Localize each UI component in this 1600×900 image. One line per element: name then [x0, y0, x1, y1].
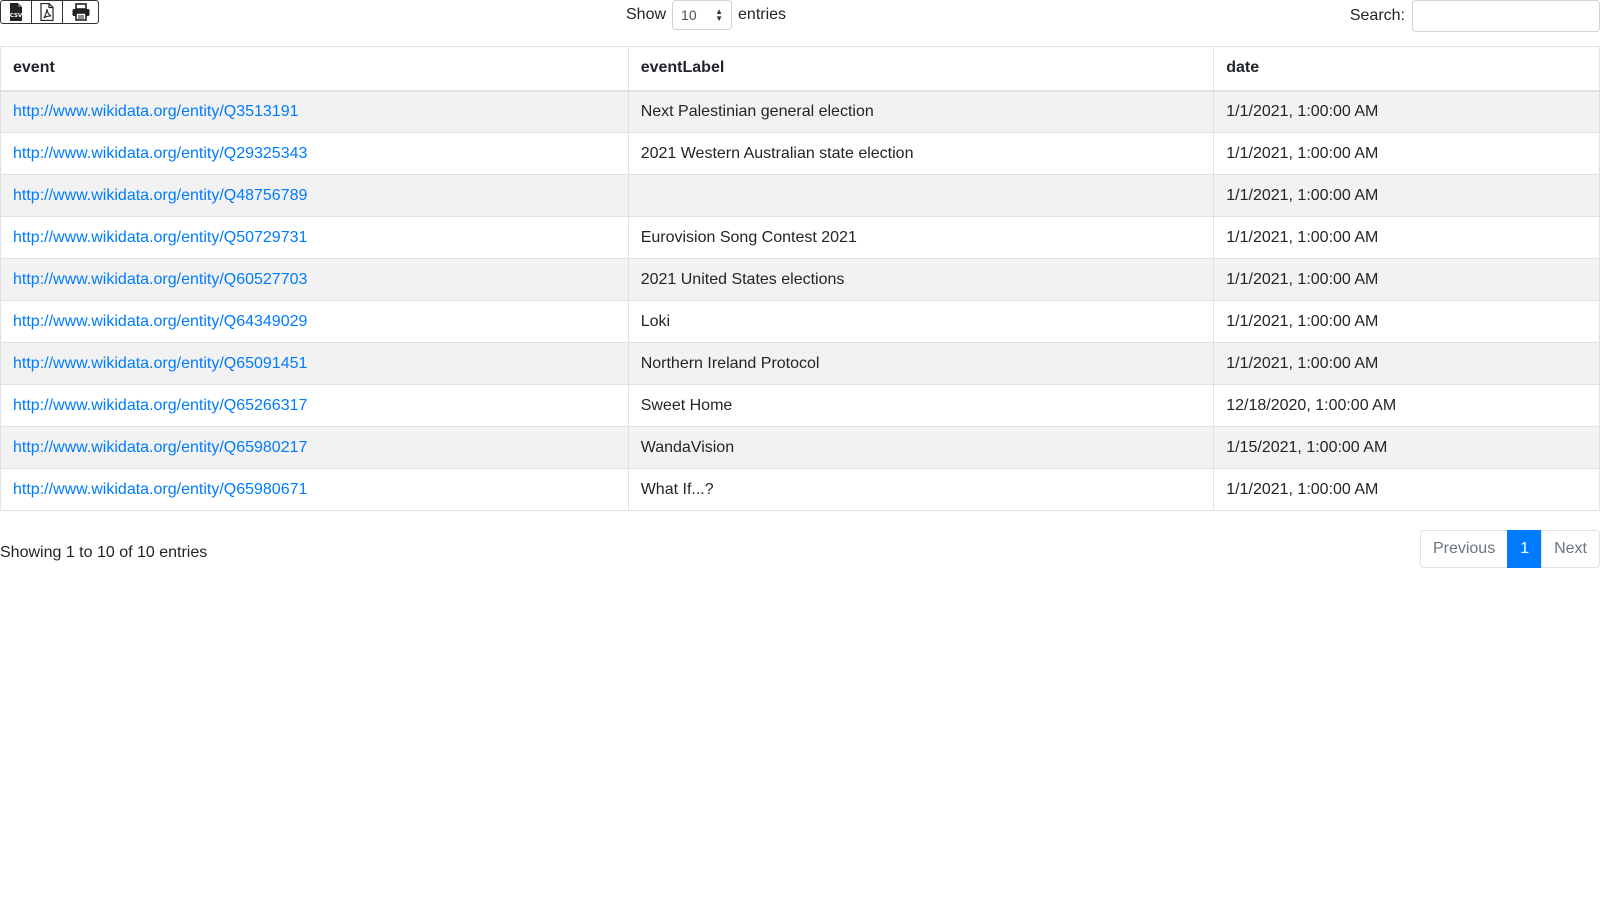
export-button-group: CSV	[0, 0, 99, 24]
event-label-cell: Sweet Home	[627, 384, 1215, 427]
event-label-cell: 2021 United States elections	[627, 258, 1215, 301]
event-label-cell	[627, 174, 1215, 217]
column-header-event[interactable]: event	[0, 46, 629, 92]
next-page-button[interactable]: Next	[1541, 530, 1600, 568]
table-row: http://www.wikidata.org/entity/Q65266317…	[0, 384, 1600, 427]
previous-page-button[interactable]: Previous	[1419, 530, 1509, 568]
event-label-cell: Northern Ireland Protocol	[627, 342, 1215, 385]
event-label-cell: Loki	[627, 300, 1215, 343]
event-link[interactable]: http://www.wikidata.org/entity/Q60527703	[13, 271, 307, 288]
event-cell: http://www.wikidata.org/entity/Q48756789	[0, 174, 629, 217]
table-row: http://www.wikidata.org/entity/Q64349029…	[0, 300, 1600, 343]
table-row: http://www.wikidata.org/entity/Q65980671…	[0, 468, 1600, 511]
pdf-export-button[interactable]	[32, 1, 63, 23]
date-cell: 1/1/2021, 1:00:00 AM	[1213, 132, 1600, 175]
table-row: http://www.wikidata.org/entity/Q3513191 …	[0, 90, 1600, 133]
table-header-row: event eventLabel date	[0, 46, 1600, 92]
datatable-page: CSV Show 10 ▲ ▼ entries Search: event ev…	[0, 0, 1600, 900]
date-cell: 1/1/2021, 1:00:00 AM	[1213, 90, 1600, 133]
table-row: http://www.wikidata.org/entity/Q65980217…	[0, 426, 1600, 469]
event-cell: http://www.wikidata.org/entity/Q50729731	[0, 216, 629, 259]
pagination: Previous 1 Next	[1419, 530, 1600, 568]
entries-per-page-select[interactable]: 10 ▲ ▼	[672, 0, 733, 30]
event-link[interactable]: http://www.wikidata.org/entity/Q65091451	[13, 355, 307, 372]
page-1-button[interactable]: 1	[1507, 530, 1543, 568]
show-label: Show	[626, 6, 667, 23]
table-row: http://www.wikidata.org/entity/Q50729731…	[0, 216, 1600, 259]
date-cell: 1/1/2021, 1:00:00 AM	[1213, 174, 1600, 217]
event-cell: http://www.wikidata.org/entity/Q65266317	[0, 384, 629, 427]
event-label-cell: 2021 Western Australian state election	[627, 132, 1215, 175]
select-arrows-icon: ▲ ▼	[715, 7, 724, 23]
date-cell: 1/1/2021, 1:00:00 AM	[1213, 258, 1600, 301]
event-link[interactable]: http://www.wikidata.org/entity/Q50729731	[13, 229, 307, 246]
date-cell: 1/1/2021, 1:00:00 AM	[1213, 216, 1600, 259]
event-link[interactable]: http://www.wikidata.org/entity/Q65266317	[13, 397, 307, 414]
search-input[interactable]	[1412, 0, 1600, 32]
search-control: Search:	[1350, 0, 1600, 32]
date-cell: 1/1/2021, 1:00:00 AM	[1213, 342, 1600, 385]
event-cell: http://www.wikidata.org/entity/Q29325343	[0, 132, 629, 175]
table-row: http://www.wikidata.org/entity/Q65091451…	[0, 342, 1600, 385]
table-row: http://www.wikidata.org/entity/Q48756789…	[0, 174, 1600, 217]
event-cell: http://www.wikidata.org/entity/Q3513191	[0, 90, 629, 133]
entries-per-page-value: 10	[681, 7, 697, 23]
date-cell: 1/15/2021, 1:00:00 AM	[1213, 426, 1600, 469]
date-cell: 1/1/2021, 1:00:00 AM	[1213, 468, 1600, 511]
event-label-cell: Next Palestinian general election	[627, 90, 1215, 133]
event-label-cell: What If...?	[627, 468, 1215, 511]
event-link[interactable]: http://www.wikidata.org/entity/Q29325343	[13, 145, 307, 162]
event-label-cell: Eurovision Song Contest 2021	[627, 216, 1215, 259]
event-link[interactable]: http://www.wikidata.org/entity/Q65980671	[13, 481, 307, 498]
event-cell: http://www.wikidata.org/entity/Q64349029	[0, 300, 629, 343]
pdf-file-icon	[40, 3, 54, 21]
event-link[interactable]: http://www.wikidata.org/entity/Q65980217	[13, 439, 307, 456]
event-link[interactable]: http://www.wikidata.org/entity/Q3513191	[13, 103, 299, 120]
event-label-cell: WandaVision	[627, 426, 1215, 469]
print-button[interactable]	[63, 1, 98, 23]
date-cell: 12/18/2020, 1:00:00 AM	[1213, 384, 1600, 427]
csv-file-icon: CSV	[10, 3, 23, 21]
entries-label: entries	[738, 6, 787, 23]
csv-icon-label: CSV	[10, 13, 23, 19]
entries-length-control: Show 10 ▲ ▼ entries	[626, 0, 786, 30]
results-table: event eventLabel date http://www.wikidat…	[0, 46, 1600, 511]
print-icon	[72, 3, 89, 21]
table-info: Showing 1 to 10 of 10 entries	[0, 544, 208, 561]
event-cell: http://www.wikidata.org/entity/Q60527703	[0, 258, 629, 301]
event-cell: http://www.wikidata.org/entity/Q65980217	[0, 426, 629, 469]
table-row: http://www.wikidata.org/entity/Q29325343…	[0, 132, 1600, 175]
column-header-date[interactable]: date	[1213, 46, 1600, 92]
date-cell: 1/1/2021, 1:00:00 AM	[1213, 300, 1600, 343]
column-header-eventlabel[interactable]: eventLabel	[627, 46, 1215, 92]
event-link[interactable]: http://www.wikidata.org/entity/Q48756789	[13, 187, 307, 204]
event-cell: http://www.wikidata.org/entity/Q65091451	[0, 342, 629, 385]
search-label: Search:	[1349, 7, 1405, 24]
table-row: http://www.wikidata.org/entity/Q60527703…	[0, 258, 1600, 301]
event-cell: http://www.wikidata.org/entity/Q65980671	[0, 468, 629, 511]
csv-export-button[interactable]: CSV	[1, 1, 32, 23]
event-link[interactable]: http://www.wikidata.org/entity/Q64349029	[13, 313, 307, 330]
